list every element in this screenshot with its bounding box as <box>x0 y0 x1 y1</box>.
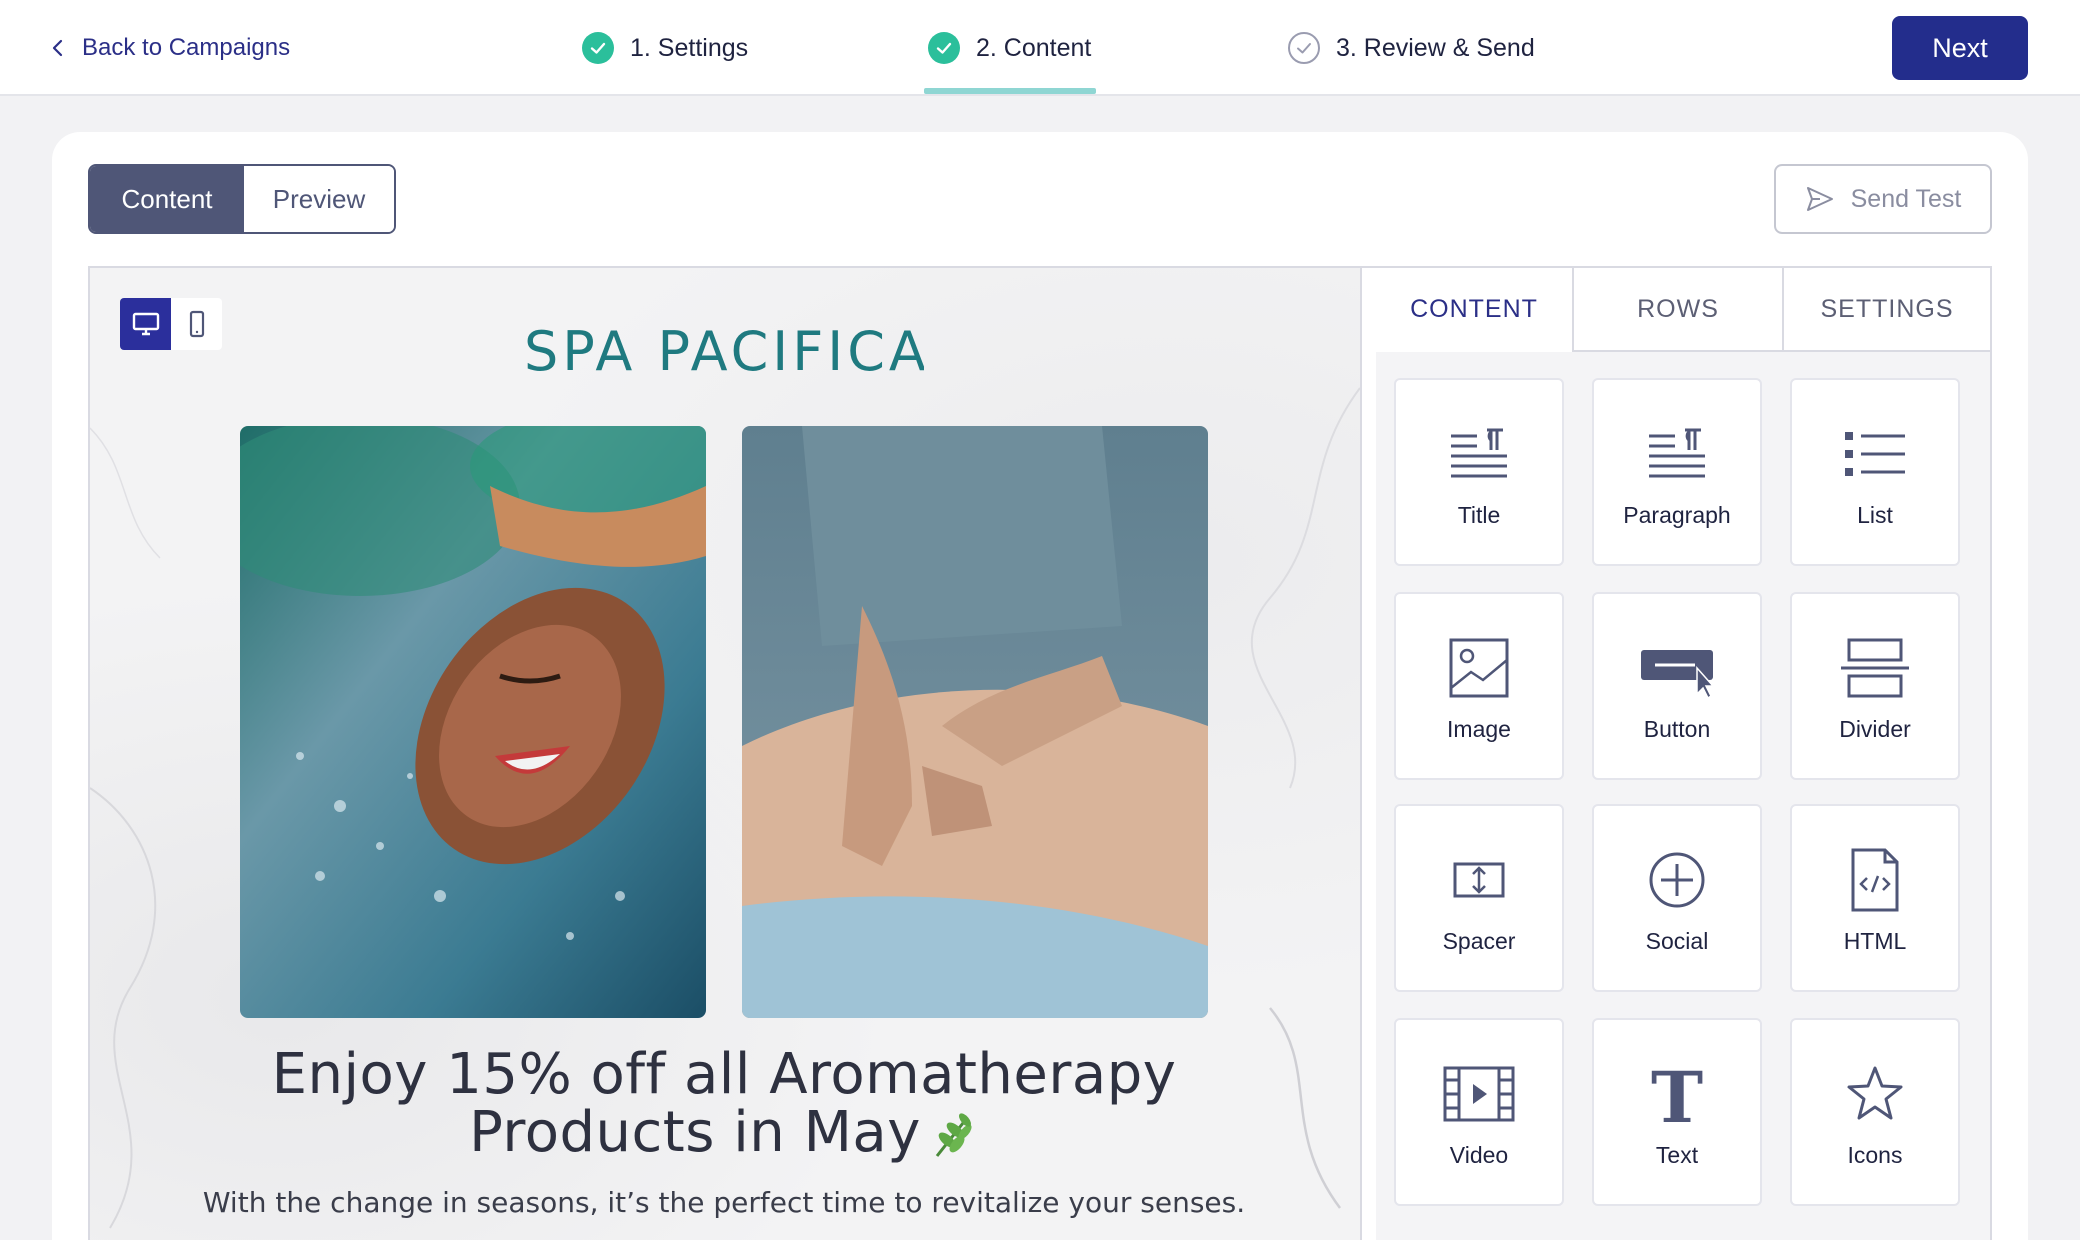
block-divider[interactable]: Divider <box>1790 592 1960 780</box>
list-icon <box>1839 418 1911 490</box>
email-subline[interactable]: With the change in seasons, it’s the per… <box>200 1186 1248 1219</box>
email-headline[interactable]: Enjoy 15% off all Aromatherapy Products … <box>240 1046 1208 1162</box>
block-label: Video <box>1449 1142 1509 1168</box>
block-label: Button <box>1643 716 1711 742</box>
block-html[interactable]: HTML <box>1790 804 1960 992</box>
send-test-button[interactable]: Send Test <box>1774 164 1992 234</box>
svg-text:T: T <box>1651 1058 1703 1130</box>
step-label: 1. Settings <box>630 33 749 62</box>
check-circle-outline-icon <box>1288 32 1320 64</box>
active-step-indicator <box>924 88 1096 94</box>
hero-image-left[interactable] <box>240 426 706 1018</box>
svg-text:SPA PACIFICA: SPA PACIFICA <box>524 320 924 383</box>
mobile-view-button[interactable] <box>171 298 222 350</box>
block-paragraph[interactable]: Paragraph <box>1592 378 1762 566</box>
block-social[interactable]: Social <box>1592 804 1762 992</box>
preview-toggle-button[interactable]: Preview <box>244 166 394 232</box>
spa-pacifica-logo: SPA PACIFICA <box>524 320 924 383</box>
block-label: Spacer <box>1442 928 1516 954</box>
back-to-campaigns-link[interactable]: Back to Campaigns <box>48 30 290 66</box>
step-review-send[interactable]: 3. Review & Send <box>1288 28 1535 68</box>
spacer-icon <box>1443 844 1515 916</box>
content-preview-toggle: Content Preview <box>88 164 396 234</box>
block-spacer[interactable]: Spacer <box>1394 804 1564 992</box>
chevron-left-icon <box>52 39 63 57</box>
star-icon <box>1839 1058 1911 1130</box>
hero-image-right[interactable] <box>742 426 1208 1018</box>
block-label: Text <box>1655 1142 1699 1168</box>
divider-icon <box>1839 632 1911 704</box>
block-list[interactable]: List <box>1790 378 1960 566</box>
block-label: HTML <box>1843 928 1907 954</box>
video-icon <box>1443 1058 1515 1130</box>
tab-settings[interactable]: SETTINGS <box>1782 268 1990 352</box>
top-bar: Back to Campaigns 1. Settings 2. Content… <box>0 0 2080 96</box>
block-video[interactable]: Video <box>1394 1018 1564 1206</box>
back-link-label: Back to Campaigns <box>82 34 291 61</box>
herb-leaf-icon <box>935 1113 972 1157</box>
next-button[interactable]: Next <box>1892 16 2028 80</box>
block-icons[interactable]: Icons <box>1790 1018 1960 1206</box>
paragraph-icon <box>1641 418 1713 490</box>
step-content[interactable]: 2. Content <box>928 28 1091 68</box>
mobile-icon <box>189 310 204 338</box>
desktop-view-button[interactable] <box>120 298 171 350</box>
step-label: 3. Review & Send <box>1336 33 1535 62</box>
html-icon <box>1839 844 1911 916</box>
send-test-label: Send Test <box>1850 184 1962 213</box>
panel-tabs: CONTENT ROWS SETTINGS <box>1376 268 1990 352</box>
headline-line-2-text: Products in May <box>469 1100 921 1165</box>
desktop-icon <box>132 312 159 336</box>
block-label: Title <box>1457 502 1501 528</box>
headline-line-1: Enjoy 15% off all Aromatherapy <box>271 1042 1177 1107</box>
block-label: Divider <box>1839 716 1911 742</box>
block-label: Paragraph <box>1623 502 1731 528</box>
block-image[interactable]: Image <box>1394 592 1564 780</box>
block-title[interactable]: Title <box>1394 378 1564 566</box>
step-label: 2. Content <box>976 33 1092 62</box>
social-icon <box>1641 844 1713 916</box>
block-button[interactable]: Button <box>1592 592 1762 780</box>
title-icon <box>1443 418 1515 490</box>
check-circle-icon <box>928 32 960 64</box>
text-icon: T <box>1641 1058 1713 1130</box>
image-icon <box>1443 632 1515 704</box>
block-text[interactable]: T Text <box>1592 1018 1762 1206</box>
step-settings[interactable]: 1. Settings <box>582 28 748 68</box>
block-label: List <box>1857 502 1893 528</box>
headline-line-2: Products in May <box>240 1104 1208 1162</box>
content-toggle-button[interactable]: Content <box>90 166 244 232</box>
block-label: Social <box>1645 928 1709 954</box>
tab-content[interactable]: CONTENT <box>1376 268 1572 352</box>
block-label: Image <box>1447 716 1511 742</box>
button-icon <box>1641 632 1713 704</box>
block-label: Icons <box>1847 1142 1903 1168</box>
send-icon <box>1806 187 1833 211</box>
device-switch <box>120 298 222 350</box>
tab-rows[interactable]: ROWS <box>1572 268 1782 352</box>
check-circle-icon <box>582 32 614 64</box>
